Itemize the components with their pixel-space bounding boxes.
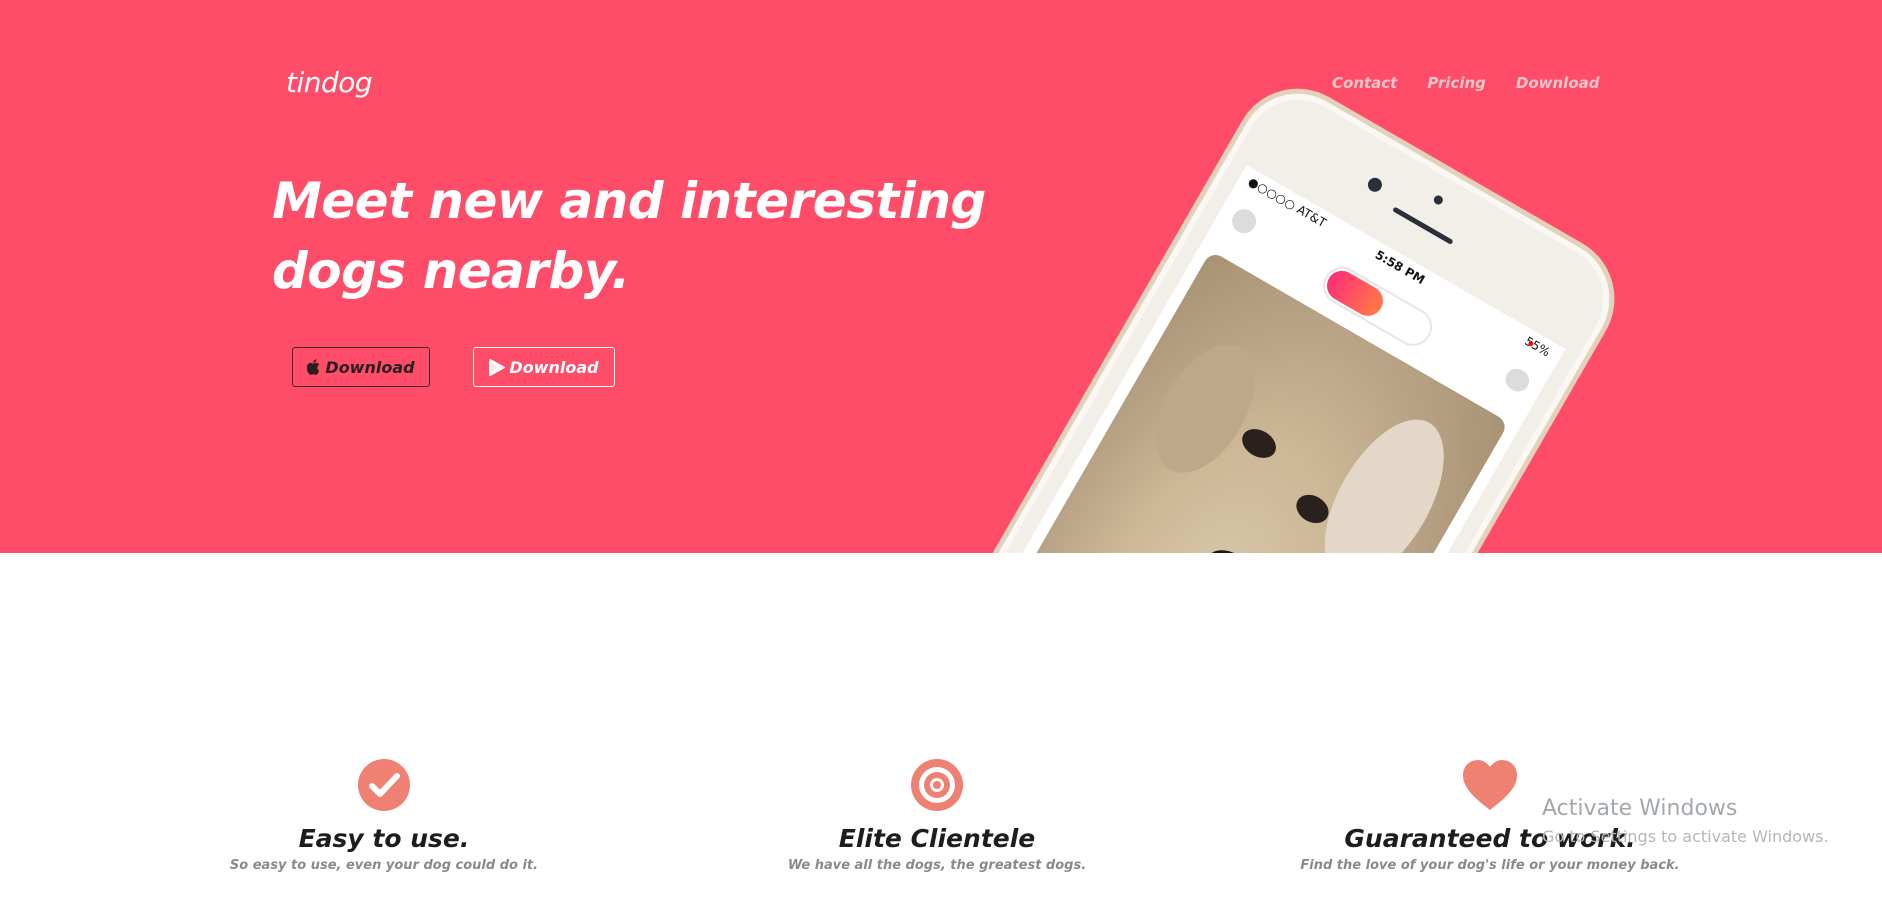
- nav-link-download[interactable]: Download: [1516, 74, 1600, 92]
- app-store-download-label: Download: [325, 357, 415, 377]
- google-play-download-button[interactable]: Download: [473, 347, 615, 387]
- dog-ear: [1135, 328, 1275, 490]
- app-store-download-button[interactable]: Download: [292, 347, 430, 387]
- google-play-download-label: Download: [509, 357, 599, 377]
- apple-icon: [307, 359, 321, 375]
- brand-logo[interactable]: tindog: [286, 66, 373, 99]
- os-activation-watermark: Activate Windows Go to Settings to activ…: [1542, 796, 1829, 846]
- watermark-line-2: Go to Settings to activate Windows.: [1542, 827, 1829, 846]
- feature-title: Elite Clientele: [838, 824, 1036, 853]
- feature-description: Find the love of your dog's life or your…: [1300, 858, 1680, 873]
- bullseye-icon: [697, 758, 1177, 816]
- watermark-line-1: Activate Windows: [1542, 796, 1738, 821]
- phone-mockup: ●○○○○ AT&T 5:58 PM 55%: [894, 65, 1638, 553]
- feature-description: So easy to use, even your dog could do i…: [229, 858, 539, 873]
- profile-icon: [1227, 204, 1261, 238]
- hero-headline: Meet new and interesting dogs nearby.: [272, 172, 986, 300]
- google-play-icon: [489, 358, 506, 376]
- feature-title: Easy to use.: [298, 824, 470, 853]
- dog-nose: [1195, 542, 1265, 553]
- flame-icon: [1321, 265, 1389, 322]
- feature-description: We have all the dogs, the greatest dogs.: [787, 858, 1087, 873]
- feature-elite-clientele: Elite Clientele We have all the dogs, th…: [697, 758, 1177, 873]
- nav-link-contact[interactable]: Contact: [1332, 74, 1397, 92]
- hero-section: tindog Contact Pricing Download Meet new…: [0, 0, 1882, 553]
- check-circle-icon: [144, 758, 624, 816]
- feature-easy-to-use: Easy to use. So easy to use, even your d…: [144, 758, 624, 873]
- top-nav: Contact Pricing Download: [1332, 74, 1600, 92]
- dog-ear: [1300, 400, 1469, 553]
- chat-icon: [1501, 364, 1534, 396]
- dog-eye: [1236, 423, 1282, 464]
- nav-link-pricing[interactable]: Pricing: [1427, 74, 1486, 92]
